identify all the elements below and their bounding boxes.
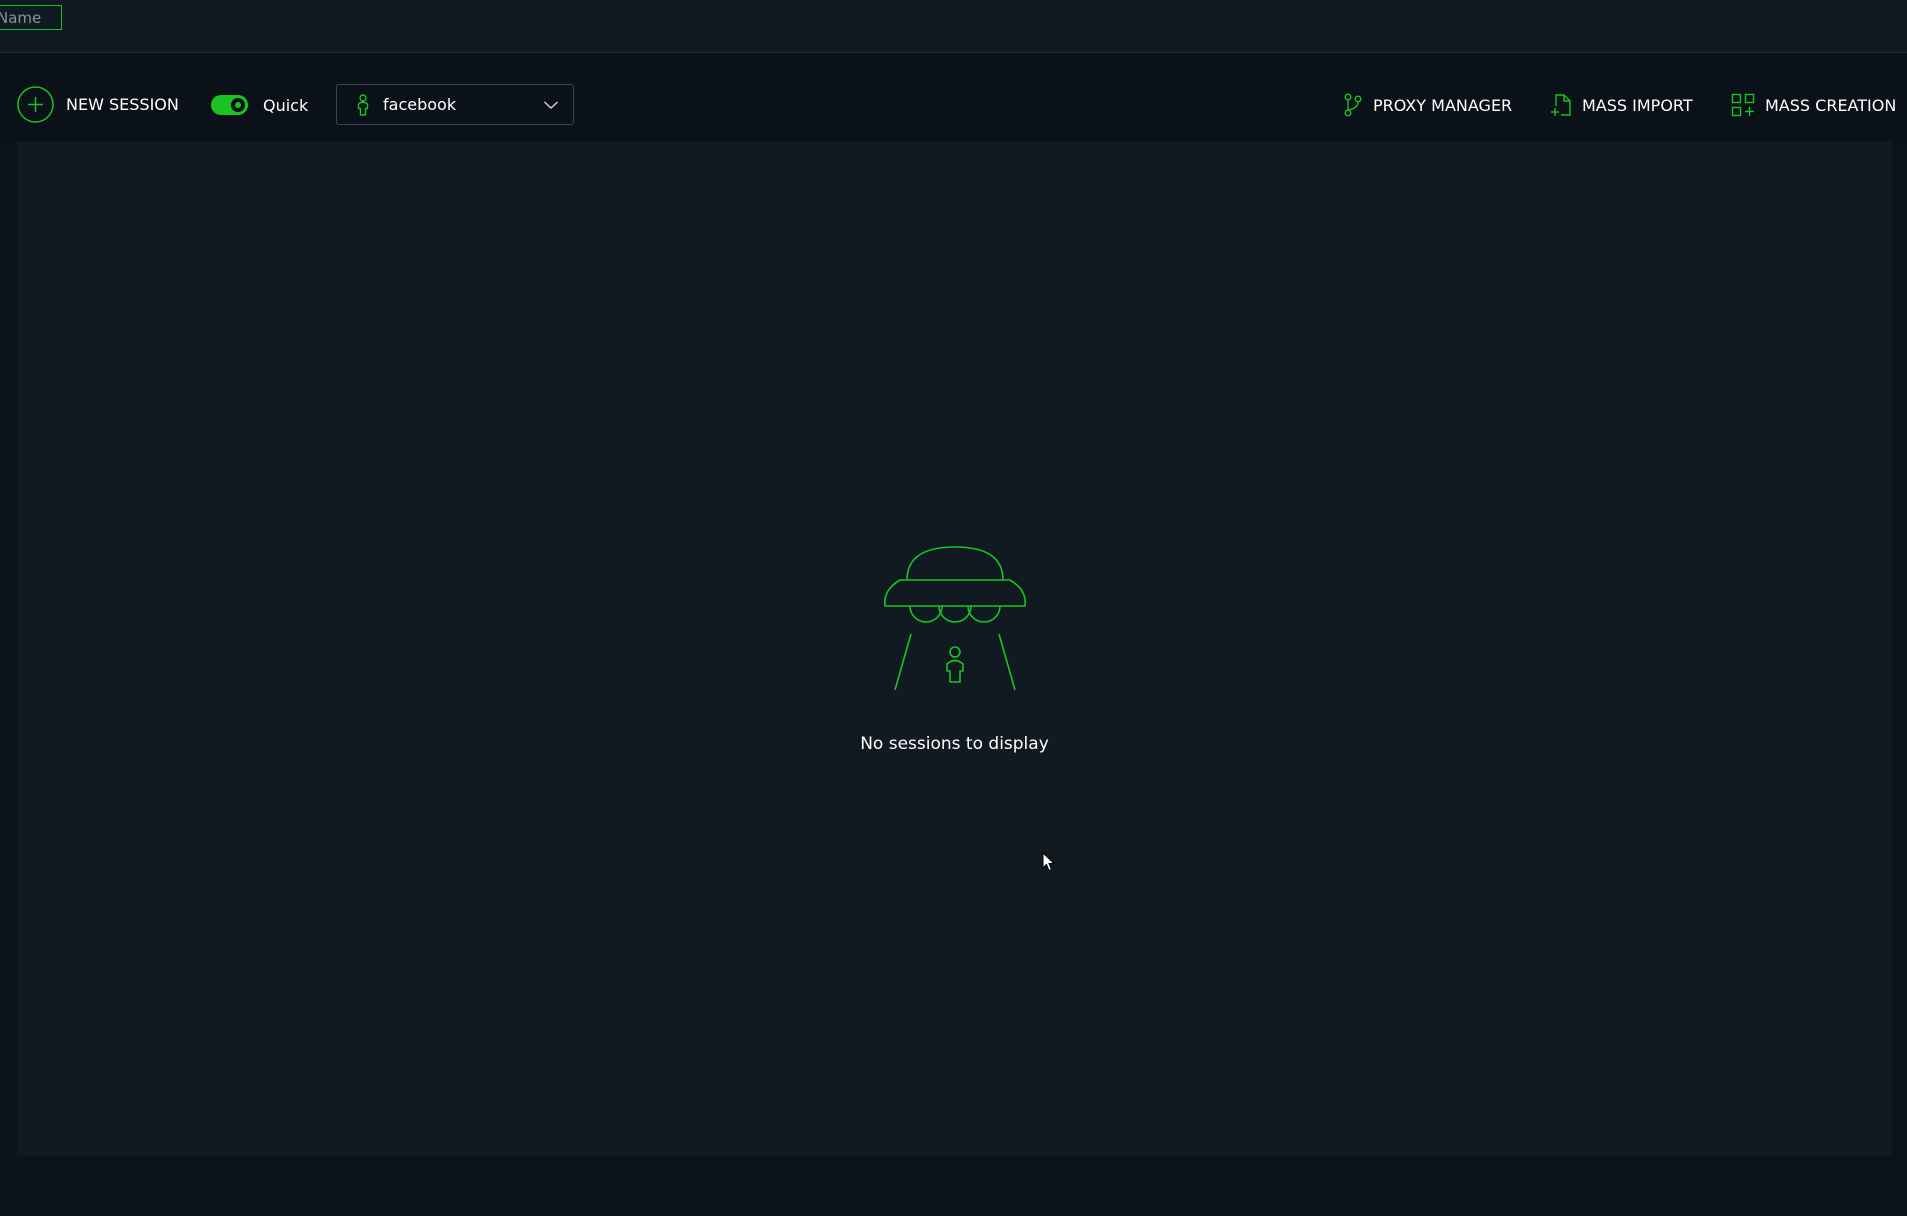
toolbar: NEW SESSION Quick facebook PROXY MANAGER (0, 53, 1907, 141)
new-session-label: NEW SESSION (66, 94, 179, 114)
quick-toggle-switch[interactable] (211, 95, 248, 115)
person-icon (357, 93, 369, 116)
profile-select[interactable]: facebook (336, 84, 574, 125)
git-branch-icon (1344, 93, 1362, 117)
mass-import-button[interactable]: MASS IMPORT (1550, 92, 1693, 118)
empty-message: No sessions to display (860, 734, 1049, 754)
grid-plus-icon (1731, 93, 1755, 117)
sessions-panel: No sessions to display (17, 141, 1892, 1156)
chevron-down-icon (543, 100, 559, 109)
mouse-cursor-icon (1042, 852, 1056, 872)
mass-import-label: MASS IMPORT (1582, 95, 1693, 115)
quick-toggle[interactable]: Quick (211, 93, 308, 117)
file-plus-icon (1551, 94, 1571, 116)
ufo-abduction-icon (883, 546, 1026, 691)
quick-toggle-label: Quick (263, 95, 309, 115)
proxy-manager-button[interactable]: PROXY MANAGER (1343, 92, 1512, 118)
top-bar (0, 0, 1907, 53)
new-session-button[interactable]: NEW SESSION (17, 85, 179, 123)
mass-creation-button[interactable]: MASS CREATION (1731, 92, 1896, 118)
proxy-manager-label: PROXY MANAGER (1373, 95, 1513, 115)
empty-state: No sessions to display (17, 544, 1892, 754)
name-input[interactable] (0, 5, 62, 30)
plus-circle-icon (17, 85, 54, 123)
profile-select-value: facebook (383, 95, 457, 114)
mass-creation-label: MASS CREATION (1765, 95, 1897, 115)
toggle-knob (231, 98, 245, 112)
